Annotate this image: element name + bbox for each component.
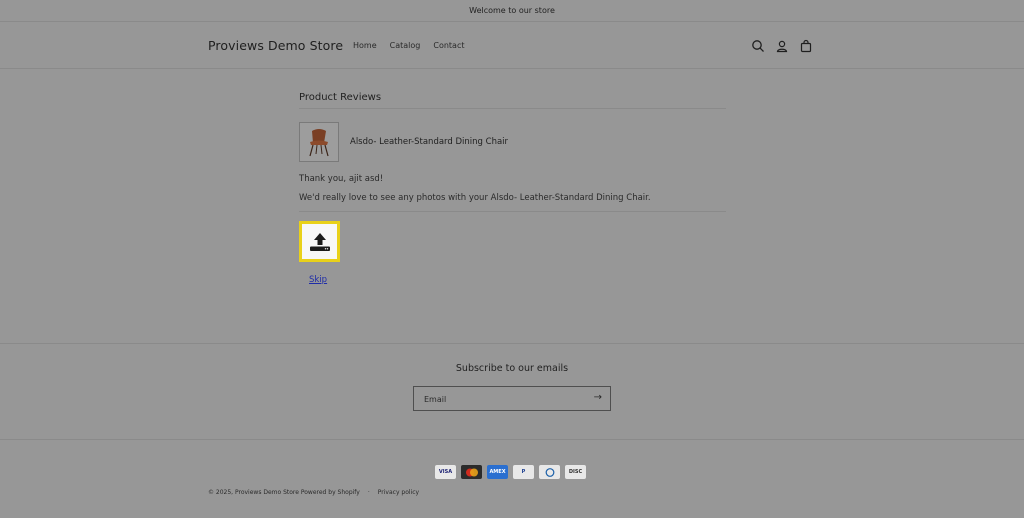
visa-icon: VISA — [435, 465, 456, 479]
main-nav: Home Catalog Contact — [353, 41, 464, 50]
payment-icons: VISA AMEX P DISC — [435, 465, 586, 479]
thank-you-text: Thank you, ajit asd! — [299, 174, 384, 184]
arrow-right-icon[interactable]: → — [594, 392, 602, 403]
photo-request-text: We'd really love to see any photos with … — [299, 193, 726, 212]
chair-image — [309, 129, 329, 157]
nav-contact[interactable]: Contact — [433, 41, 464, 50]
mastercard-icon — [461, 465, 482, 479]
nav-catalog[interactable]: Catalog — [390, 41, 421, 50]
email-input[interactable] — [414, 387, 596, 412]
footer-separator: · — [367, 489, 370, 496]
diners-icon — [539, 465, 560, 479]
footer-copyright: © 2025, Proviews Demo Store Powered by S… — [208, 489, 419, 496]
upload-photo-button[interactable] — [299, 221, 340, 262]
newsletter-section: Subscribe to our emails → — [0, 343, 1024, 440]
privacy-policy-link[interactable]: Privacy policy — [378, 489, 419, 496]
upload-icon — [309, 232, 330, 251]
newsletter-title: Subscribe to our emails — [455, 363, 569, 374]
product-row: Alsdo- Leather-Standard Dining Chair — [299, 122, 726, 162]
site-header: Proviews Demo Store Home Catalog Contact — [0, 22, 1024, 69]
paypal-icon: P — [513, 465, 534, 479]
review-panel: Product Reviews Alsdo- Leather-Standard … — [299, 92, 726, 286]
store-logo[interactable]: Proviews Demo Store — [208, 38, 343, 53]
nav-home[interactable]: Home — [353, 41, 377, 50]
amex-icon: AMEX — [487, 465, 508, 479]
search-icon[interactable] — [751, 38, 765, 52]
header-icons — [751, 38, 813, 53]
cart-icon[interactable] — [799, 38, 813, 53]
account-icon[interactable] — [775, 38, 789, 53]
skip-link[interactable]: Skip — [309, 275, 327, 285]
copyright-text: © 2025, Proviews Demo Store Powered by S… — [208, 489, 360, 496]
product-name: Alsdo- Leather-Standard Dining Chair — [350, 137, 509, 147]
product-thumbnail — [299, 122, 339, 162]
announcement-bar: Welcome to our store — [0, 0, 1024, 22]
discover-icon: DISC — [565, 465, 586, 479]
email-field-wrapper: → — [413, 386, 611, 412]
page-title: Product Reviews — [299, 92, 726, 109]
announcement-text: Welcome to our store — [469, 6, 555, 15]
